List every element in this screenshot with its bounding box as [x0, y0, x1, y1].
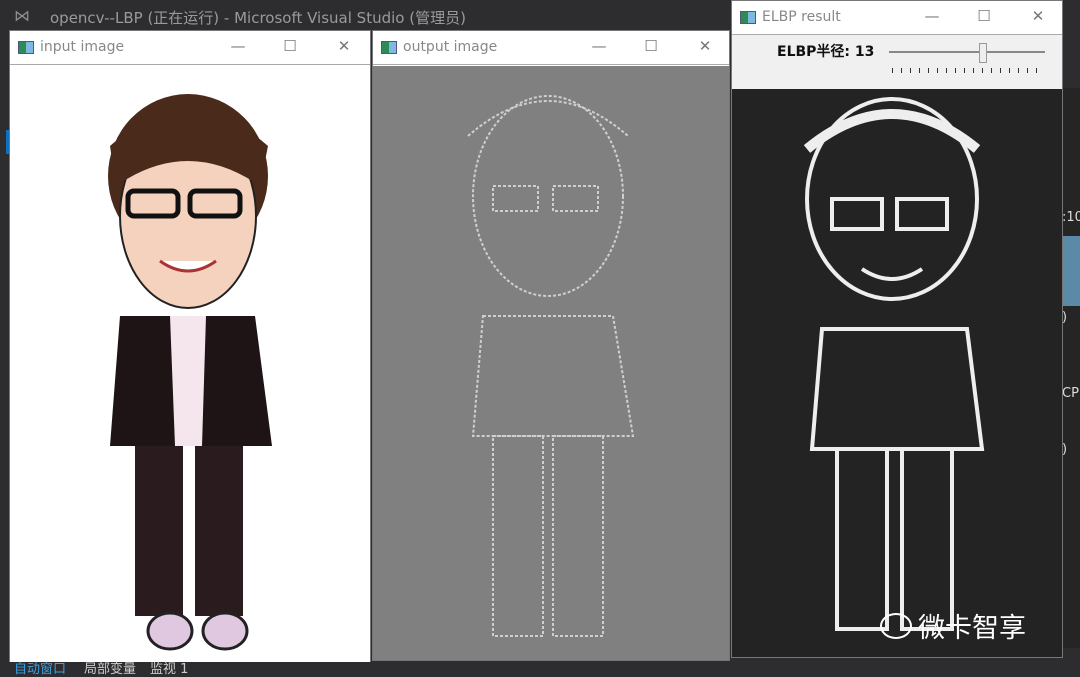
maximize-button[interactable]: ☐: [974, 7, 994, 25]
window-title: input image: [40, 39, 125, 55]
close-button[interactable]: ✕: [334, 37, 354, 55]
visual-studio-logo-icon: ⋈: [14, 6, 30, 25]
close-button[interactable]: ✕: [1028, 7, 1048, 25]
trackbar-ticks: [892, 68, 1042, 73]
trackbar-thumb[interactable]: [978, 43, 987, 63]
wechat-icon: [880, 612, 912, 639]
minimize-button[interactable]: —: [589, 37, 609, 55]
panel-text: :10: [1062, 210, 1080, 225]
maximize-button[interactable]: ☐: [641, 37, 661, 55]
vs-window-title: opencv--LBP (正在运行) - Microsoft Visual St…: [50, 9, 466, 27]
window-app-icon: [740, 11, 756, 24]
minimize-button[interactable]: —: [228, 37, 248, 55]
input-image: [10, 66, 370, 663]
elbp-image: [732, 89, 1062, 657]
elbp-radius-trackbar[interactable]: ELBP半径: 13: [732, 35, 1062, 89]
window-title: ELBP result: [762, 9, 841, 25]
elbp-result-window[interactable]: ELBP result — ☐ ✕ ELBP半径: 13: [731, 0, 1063, 658]
input-image-window[interactable]: input image — ☐ ✕: [9, 30, 371, 664]
output-image-window[interactable]: output image — ☐ ✕: [372, 30, 730, 661]
maximize-button[interactable]: ☐: [280, 37, 300, 55]
watermark-text: 微卡智享: [918, 613, 1026, 644]
tab-autos[interactable]: 自动窗口: [14, 658, 66, 677]
trackbar-line[interactable]: [889, 51, 1045, 53]
close-button[interactable]: ✕: [695, 37, 715, 55]
vs-bottom-tabs: 自动窗口 局部变量 监视 1: [0, 662, 1080, 677]
tab-locals[interactable]: 局部变量: [84, 658, 136, 677]
title-bar[interactable]: input image — ☐ ✕: [10, 31, 370, 65]
vs-right-panel: :10 ) CP ): [1062, 88, 1080, 648]
title-bar[interactable]: output image — ☐ ✕: [373, 31, 729, 65]
trackbar-label: ELBP半径: 13: [777, 44, 875, 60]
panel-selection: [1062, 236, 1080, 306]
window-app-icon: [18, 41, 34, 54]
watermark: 微卡智享: [880, 606, 1026, 645]
window-app-icon: [381, 41, 397, 54]
window-title: output image: [403, 39, 498, 55]
minimize-button[interactable]: —: [922, 7, 942, 25]
title-bar[interactable]: ELBP result — ☐ ✕: [732, 1, 1062, 35]
output-lbp-image: [373, 66, 729, 660]
tab-watch-1[interactable]: 监视 1: [150, 658, 188, 677]
panel-text: CP: [1062, 386, 1079, 401]
